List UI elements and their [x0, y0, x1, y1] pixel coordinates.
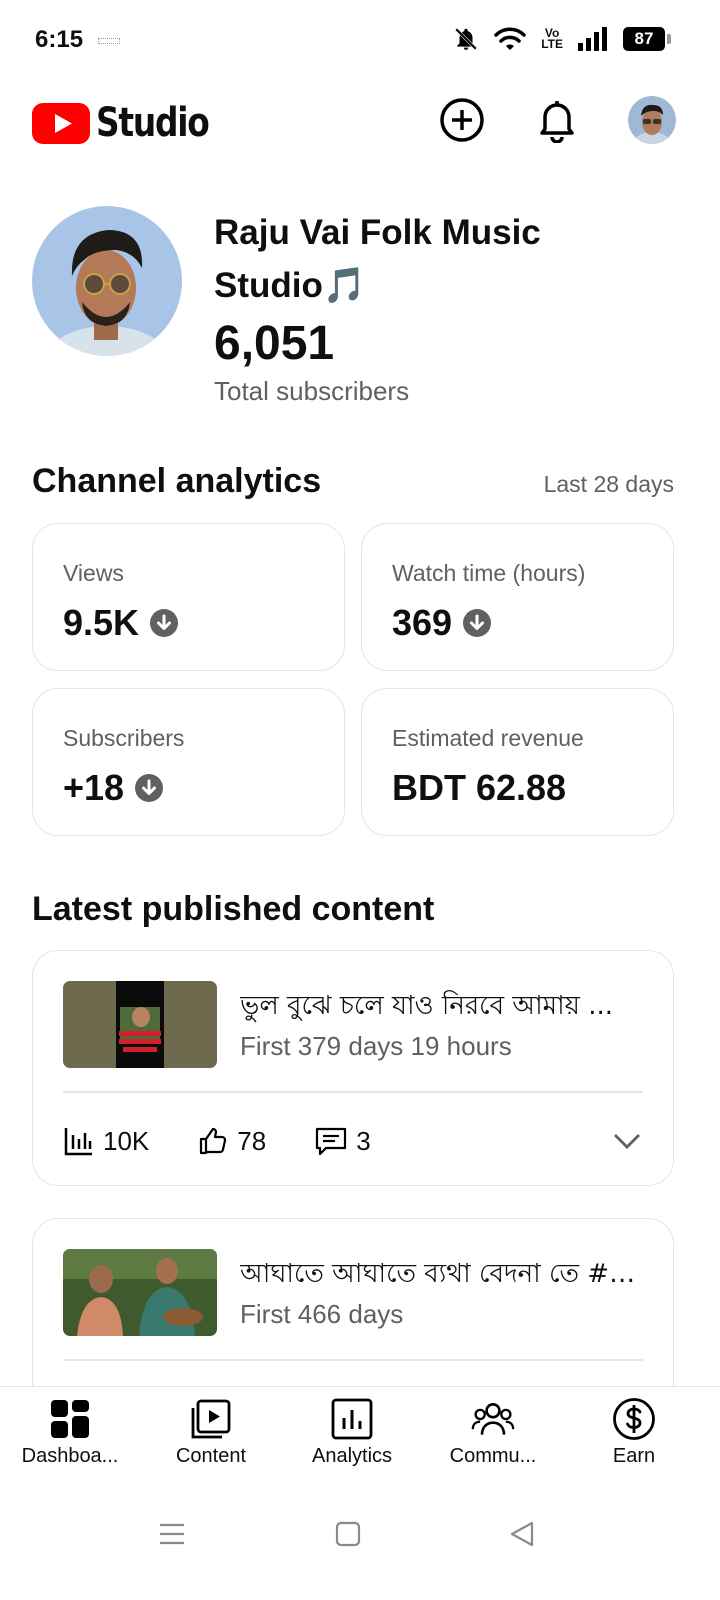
recents-button[interactable]: [148, 1510, 196, 1558]
avatar-image: [628, 96, 676, 144]
add-circle-icon: [440, 98, 484, 142]
wifi-icon: [494, 27, 526, 50]
stat-label: Views: [63, 560, 124, 586]
nav-dashboard[interactable]: Dashboa...: [6, 1397, 134, 1468]
nav-content[interactable]: Content: [147, 1397, 275, 1468]
video-thumbnail-image: [63, 981, 217, 1068]
stat-value-text: 9.5K: [63, 602, 140, 643]
channel-avatar[interactable]: [32, 206, 182, 356]
stat-label: Watch time (hours): [392, 560, 586, 586]
views-value: 10K: [103, 1125, 150, 1156]
subscriber-label: Total subscribers: [214, 376, 410, 406]
battery-icon: 87: [623, 27, 671, 51]
likes-value: 78: [237, 1125, 267, 1156]
mute-bell-icon: [455, 28, 478, 50]
dashboard-icon: [48, 1397, 92, 1441]
back-button[interactable]: [498, 1510, 546, 1558]
nav-label: Content: [175, 1445, 247, 1467]
stat-value-text: 369: [392, 602, 453, 643]
analytics-icon: [330, 1397, 374, 1441]
nav-label: Commu...: [449, 1445, 537, 1467]
volte-bottom: LTE: [541, 37, 563, 51]
latest-content-title: Latest published content: [32, 890, 435, 928]
channel-avatar-image: [32, 206, 182, 356]
app-name: Studio: [96, 100, 210, 146]
volte-icon: Vo LTE: [541, 27, 563, 51]
video-metrics: 10K 78 3: [63, 1123, 643, 1159]
status-notification-icon: [98, 38, 120, 44]
menu-lines-icon: [160, 1523, 184, 1545]
trend-down-icon: [463, 609, 492, 637]
video-title: আঘাতে আঘাতে ব্যথা বেদনা তে #b...: [240, 1259, 650, 1289]
divider: [63, 1091, 643, 1093]
video-thumbnail[interactable]: [63, 981, 217, 1068]
stat-card-views[interactable]: Views 9.5K: [32, 523, 345, 671]
video-thumbnail-image: [63, 1249, 217, 1336]
stat-card-subscribers[interactable]: Subscribers +18: [32, 688, 345, 836]
youtube-studio-logo[interactable]: Studio: [32, 100, 233, 146]
battery-level: 87: [634, 29, 654, 48]
analytics-range: Last 28 days: [543, 471, 674, 497]
channel-name: Raju Vai Folk Music Studio🎵: [214, 213, 541, 305]
stat-value: BDT 62.88: [392, 767, 566, 809]
stat-value: +18: [63, 767, 164, 809]
subscriber-count: 6,051: [214, 317, 335, 370]
video-thumbnail[interactable]: [63, 1249, 217, 1336]
nav-label: Earn: [612, 1445, 656, 1467]
account-avatar[interactable]: [628, 96, 676, 144]
comments-metric: 3: [314, 1125, 371, 1157]
signal-icon: [578, 27, 607, 51]
nav-analytics[interactable]: Analytics: [288, 1397, 416, 1468]
content-card[interactable]: ভুল বুঝে চলে যাও নিরবে আমায় ... First 3…: [32, 950, 674, 1186]
stat-value-text: BDT 62.88: [392, 767, 567, 808]
community-icon: [471, 1397, 515, 1441]
home-button[interactable]: [324, 1510, 372, 1558]
status-bar: 6:15 Vo LTE 87: [0, 0, 720, 80]
stat-card-watch-time[interactable]: Watch time (hours) 369: [361, 523, 674, 671]
analytics-title: Channel analytics: [32, 462, 322, 500]
divider: [63, 1359, 643, 1361]
content-icon: [189, 1397, 233, 1441]
views-metric: 10K: [63, 1125, 149, 1157]
stat-label: Subscribers: [63, 725, 185, 751]
back-triangle-icon: [510, 1521, 534, 1547]
video-title: ভুল বুঝে চলে যাও নিরবে আমায় ...: [240, 991, 614, 1021]
nav-community[interactable]: Commu...: [429, 1397, 557, 1468]
notifications-button[interactable]: [533, 96, 581, 144]
chevron-down-icon[interactable]: [611, 1125, 643, 1157]
stat-value: 369: [392, 602, 492, 644]
video-age: First 466 days: [240, 1299, 404, 1329]
stat-label: Estimated revenue: [392, 725, 584, 751]
status-icons: Vo LTE 87: [453, 26, 671, 52]
app-header: Studio: [0, 88, 720, 154]
nav-label: Analytics: [311, 1445, 393, 1467]
youtube-logo-icon: [32, 102, 90, 144]
nav-label: Dashboa...: [21, 1445, 119, 1467]
likes-metric: 78: [197, 1125, 266, 1157]
system-navigation: [0, 1486, 720, 1600]
square-icon: [335, 1521, 361, 1547]
stat-card-revenue[interactable]: Estimated revenue BDT 62.88: [361, 688, 674, 836]
video-age: First 379 days 19 hours: [240, 1031, 512, 1061]
bell-icon: [540, 101, 574, 143]
bottom-navigation: Dashboa... Content Analytics Commu... Ea…: [0, 1386, 720, 1486]
bar-chart-icon: [64, 1128, 92, 1156]
create-button[interactable]: [438, 96, 486, 144]
comment-icon: [316, 1127, 347, 1156]
stat-value-text: +18: [63, 767, 125, 808]
trend-down-icon: [150, 609, 179, 637]
nav-earn[interactable]: Earn: [570, 1397, 698, 1468]
trend-down-icon: [135, 774, 164, 802]
thumbs-up-icon: [200, 1127, 227, 1155]
stat-value: 9.5K: [63, 602, 179, 644]
comments-value: 3: [356, 1125, 371, 1156]
status-time: 6:15: [35, 26, 84, 53]
earn-icon: [612, 1397, 656, 1441]
